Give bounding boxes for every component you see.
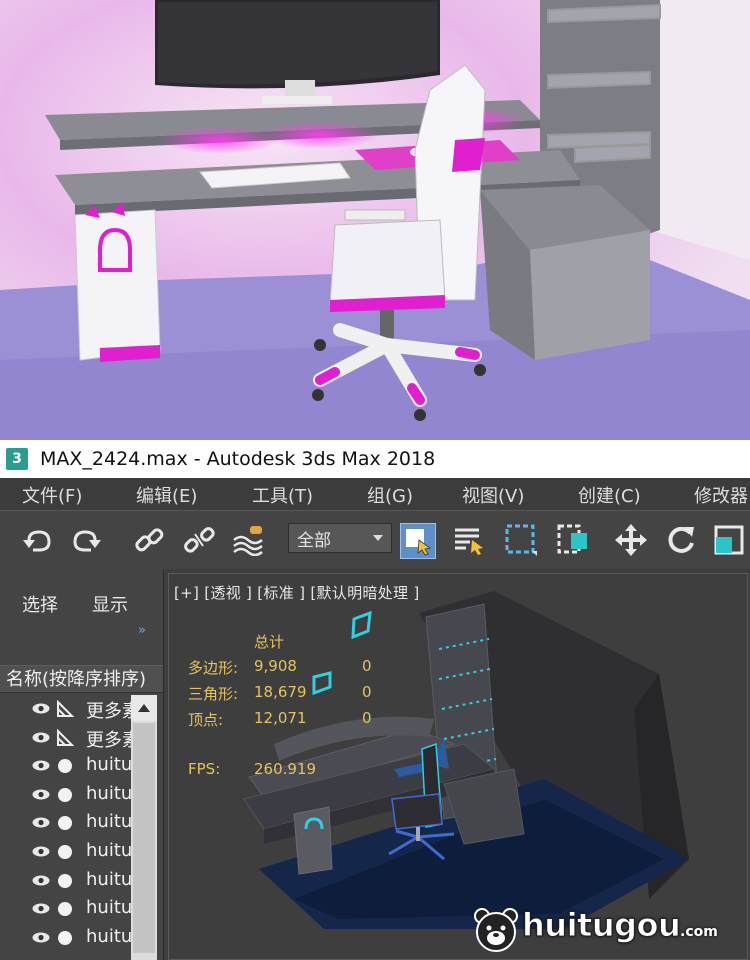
geometry-icon — [58, 759, 72, 774]
list-item[interactable]: 更多素 — [0, 695, 132, 723]
visibility-eye-icon[interactable] — [32, 875, 50, 886]
vertices-selected: 0 — [362, 709, 372, 727]
geometry-icon — [58, 845, 72, 859]
stats-header: 总计 — [254, 633, 285, 651]
move-icon[interactable] — [614, 523, 648, 557]
list-item[interactable]: huitu — [0, 895, 132, 923]
selection-filter-dropdown[interactable]: 全部 — [288, 523, 392, 553]
menu-group[interactable]: 组(G) — [367, 482, 413, 508]
object-name: huitu — [86, 925, 132, 947]
3ds-max-icon: 3 — [6, 448, 28, 470]
visibility-eye-icon[interactable] — [32, 789, 50, 800]
triangles-selected: 0 — [362, 683, 372, 701]
link-icon[interactable] — [132, 523, 166, 557]
triangles-count: 18,679 — [254, 683, 307, 701]
visibility-eye-icon[interactable] — [32, 903, 50, 914]
chevron-down-icon — [373, 535, 383, 541]
main-toolbar: 全部 — [0, 510, 750, 570]
list-item[interactable]: 更多素 — [0, 724, 132, 752]
redo-icon[interactable] — [70, 523, 104, 557]
scrollbar-thumb[interactable] — [133, 723, 155, 953]
column-header-name[interactable]: 名称(按降序排序) — [0, 665, 163, 693]
scale-icon[interactable] — [712, 523, 746, 557]
visibility-eye-icon[interactable] — [32, 932, 50, 943]
rotate-icon[interactable] — [664, 523, 698, 557]
object-name: huitu — [86, 754, 132, 776]
list-item[interactable]: huitu — [0, 867, 132, 895]
triangles-label: 三角形: — [188, 685, 239, 703]
list-item[interactable]: huitu — [0, 838, 132, 866]
geometry-icon — [58, 902, 72, 917]
vertices-count: 12,071 — [254, 709, 307, 727]
object-name: huitu — [86, 811, 132, 833]
geometry-icon — [58, 930, 72, 945]
polygons-selected: 0 — [362, 657, 372, 675]
bind-space-warp-icon[interactable] — [232, 523, 266, 557]
geometry-icon — [58, 816, 72, 831]
watermark: huitugou .com — [472, 902, 742, 958]
render-preview — [0, 0, 750, 440]
select-object-icon[interactable] — [400, 523, 436, 559]
menu-tools[interactable]: 工具(T) — [252, 482, 313, 508]
object-name: huitu — [86, 840, 132, 861]
object-name: huitu — [86, 782, 132, 804]
title-bar: 3 MAX_2424.max - Autodesk 3ds Max 2018 — [0, 440, 750, 478]
scene-explorer: 选择 显示 » 名称(按降序排序) 更多素更多素huituhuituhuituh… — [0, 569, 164, 960]
list-item[interactable]: huitu — [0, 924, 132, 952]
fps-value: 260.919 — [254, 760, 317, 778]
bear-logo-icon — [474, 908, 518, 952]
menu-file[interactable]: 文件(F) — [22, 482, 82, 508]
menu-create[interactable]: 创建(C) — [578, 482, 641, 508]
scroll-up-button[interactable] — [131, 695, 157, 721]
watermark-domain: .com — [680, 924, 718, 940]
visibility-eye-icon[interactable] — [32, 760, 50, 771]
selection-filter-value: 全部 — [297, 530, 331, 551]
unlink-icon[interactable] — [182, 523, 216, 557]
viewport-label-menu[interactable]: [+] [透视 ] [标准 ] [默认明暗处理 ] — [174, 582, 420, 603]
select-by-name-icon[interactable] — [452, 523, 486, 557]
visibility-eye-icon[interactable] — [32, 732, 50, 743]
watermark-text: huitugou — [521, 906, 681, 945]
object-name: huitu — [86, 868, 132, 890]
visibility-eye-icon[interactable] — [32, 703, 50, 714]
list-item[interactable]: huitu — [0, 809, 132, 837]
menu-edit[interactable]: 编辑(E) — [136, 482, 197, 508]
object-name: 更多素 — [86, 701, 132, 722]
object-name: 更多素 — [86, 729, 132, 751]
gaming-desk-render — [0, 0, 750, 440]
list-item[interactable]: huitu — [0, 781, 132, 809]
polygons-label: 多边形: — [188, 659, 239, 677]
menu-modifiers[interactable]: 修改器 — [694, 482, 748, 508]
window-crossing-icon[interactable] — [556, 523, 590, 557]
vertices-label: 顶点: — [188, 711, 224, 729]
visibility-eye-icon[interactable] — [32, 846, 50, 857]
explorer-tabs: 选择 显示 — [0, 569, 163, 627]
undo-icon[interactable] — [20, 523, 54, 557]
rectangular-selection-icon[interactable] — [504, 523, 538, 557]
fps-label: FPS: — [188, 760, 221, 778]
list-item[interactable]: huitu — [0, 752, 132, 780]
polygons-count: 9,908 — [254, 657, 297, 675]
tab-display[interactable]: 显示 — [92, 591, 128, 617]
geometry-icon — [58, 787, 72, 802]
window-title: MAX_2424.max - Autodesk 3ds Max 2018 — [40, 448, 436, 470]
list-scrollbar[interactable] — [131, 695, 157, 960]
menu-bar: 文件(F) 编辑(E) 工具(T) 组(G) 视图(V) 创建(C) 修改器 — [0, 478, 750, 510]
object-name: huitu — [86, 897, 132, 919]
visibility-eye-icon[interactable] — [32, 817, 50, 828]
helper-icon — [57, 700, 74, 717]
tab-select[interactable]: 选择 — [22, 591, 58, 617]
helper-icon — [57, 728, 74, 746]
chevron-up-icon — [138, 704, 150, 712]
menu-view[interactable]: 视图(V) — [462, 482, 524, 508]
expand-chevron-icon[interactable]: » — [138, 623, 146, 638]
geometry-icon — [58, 873, 72, 888]
